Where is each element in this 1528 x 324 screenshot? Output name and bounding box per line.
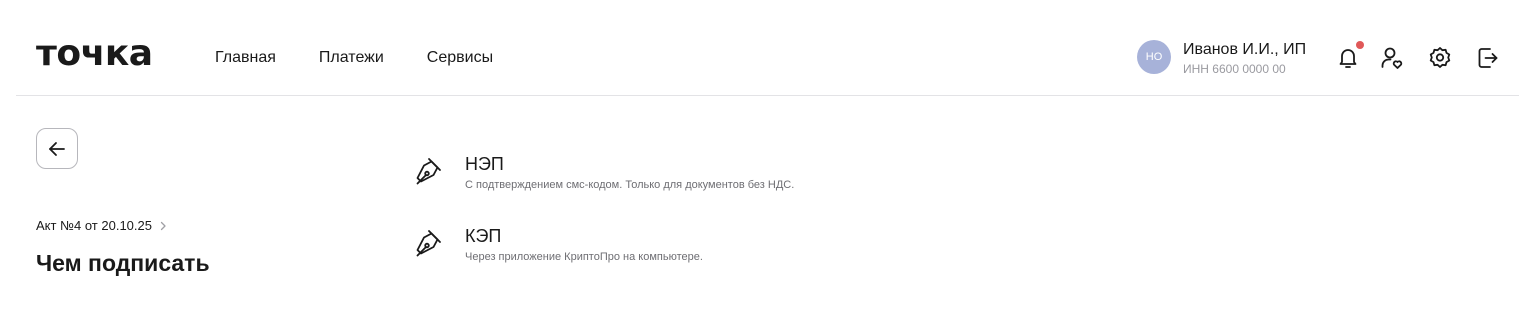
- option-description: С подтверждением смс-кодом. Только для д…: [465, 179, 795, 191]
- top-header: точка Главная Платежи Сервисы НО Иванов …: [16, 0, 1519, 96]
- sign-option-kep[interactable]: КЭП Через приложение КриптоПро на компью…: [412, 225, 932, 271]
- user-inn: ИНН 6600 0000 00: [1183, 62, 1286, 76]
- nav-item-payments[interactable]: Платежи: [319, 47, 384, 69]
- option-title: КЭП: [465, 226, 502, 246]
- chevron-right-icon: [160, 221, 166, 231]
- nav-item-main[interactable]: Главная: [215, 47, 276, 69]
- logout-icon[interactable]: [1475, 45, 1501, 71]
- bell-icon[interactable]: [1335, 45, 1361, 71]
- back-button[interactable]: [36, 128, 78, 169]
- sign-option-nep[interactable]: НЭП С подтверждением смс-кодом. Только д…: [412, 153, 932, 199]
- page-title: Чем подписать: [36, 250, 210, 276]
- breadcrumb[interactable]: Акт №4 от 20.10.25: [36, 217, 168, 235]
- notification-dot: [1356, 41, 1364, 49]
- gear-icon[interactable]: [1427, 45, 1453, 71]
- breadcrumb-document[interactable]: Акт №4 от 20.10.25: [36, 217, 152, 235]
- main-nav: Главная Платежи Сервисы: [215, 47, 536, 69]
- logo[interactable]: точка: [36, 34, 153, 74]
- user-name[interactable]: Иванов И.И., ИП: [1183, 40, 1306, 60]
- option-title: НЭП: [465, 154, 504, 174]
- option-description: Через приложение КриптоПро на компьютере…: [465, 251, 703, 263]
- nav-item-services[interactable]: Сервисы: [427, 47, 493, 69]
- user-heart-icon[interactable]: [1379, 45, 1405, 71]
- arrow-left-icon: [49, 141, 65, 156]
- avatar[interactable]: НО: [1137, 40, 1171, 74]
- pen-nib-icon: [416, 230, 441, 257]
- pen-nib-icon: [416, 158, 441, 185]
